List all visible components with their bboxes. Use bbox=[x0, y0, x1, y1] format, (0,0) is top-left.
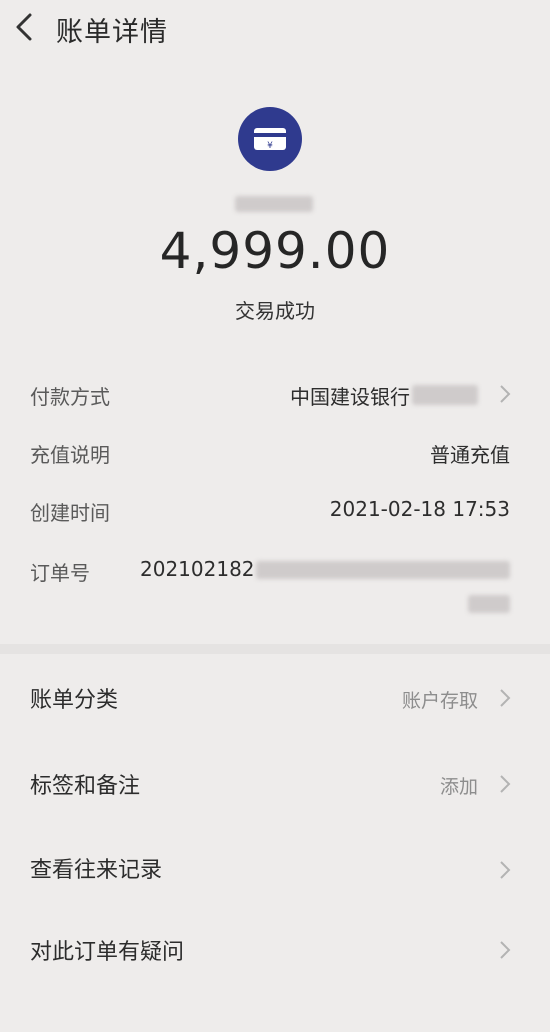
view-history-label[interactable]: 查看往来记录 bbox=[30, 852, 162, 884]
blurred-order-part2 bbox=[468, 595, 510, 613]
tags-notes-value[interactable]: 添加 bbox=[440, 772, 478, 799]
chevron-right-icon[interactable] bbox=[498, 940, 512, 960]
bill-category-label[interactable]: 账单分类 bbox=[30, 682, 118, 714]
blurred-name bbox=[235, 196, 313, 212]
card-icon: ¥ bbox=[238, 107, 302, 171]
chevron-right-icon[interactable] bbox=[498, 860, 512, 880]
payment-method-label: 付款方式 bbox=[30, 385, 110, 409]
recharge-desc-label: 充值说明 bbox=[30, 443, 110, 467]
section-divider bbox=[0, 644, 550, 654]
transaction-status: 交易成功 bbox=[235, 299, 315, 323]
payment-method-value[interactable]: 中国建设银行 bbox=[290, 381, 410, 410]
chevron-right-icon[interactable] bbox=[498, 384, 512, 404]
back-button[interactable] bbox=[10, 10, 40, 44]
order-question-label[interactable]: 对此订单有疑问 bbox=[30, 934, 184, 966]
chevron-right-icon[interactable] bbox=[498, 774, 512, 794]
page-title: 账单详情 bbox=[56, 17, 168, 48]
recharge-desc-value: 普通充值 bbox=[430, 443, 510, 467]
order-number-label: 订单号 bbox=[30, 561, 90, 585]
back-arrow-icon bbox=[16, 13, 32, 41]
svg-text:¥: ¥ bbox=[267, 141, 273, 151]
created-time-value: 2021-02-18 17:53 bbox=[329, 497, 510, 521]
bill-category-value[interactable]: 账户存取 bbox=[402, 686, 478, 713]
blurred-order-part1 bbox=[256, 561, 510, 579]
chevron-right-icon[interactable] bbox=[498, 688, 512, 708]
top-bar: 账单详情 bbox=[0, 0, 550, 60]
blurred-account bbox=[412, 385, 478, 405]
amount-value: 4,999.00 bbox=[159, 222, 391, 280]
order-number-value: 202102182 bbox=[140, 557, 255, 581]
tags-notes-label[interactable]: 标签和备注 bbox=[30, 768, 140, 800]
created-time-label: 创建时间 bbox=[30, 501, 110, 525]
